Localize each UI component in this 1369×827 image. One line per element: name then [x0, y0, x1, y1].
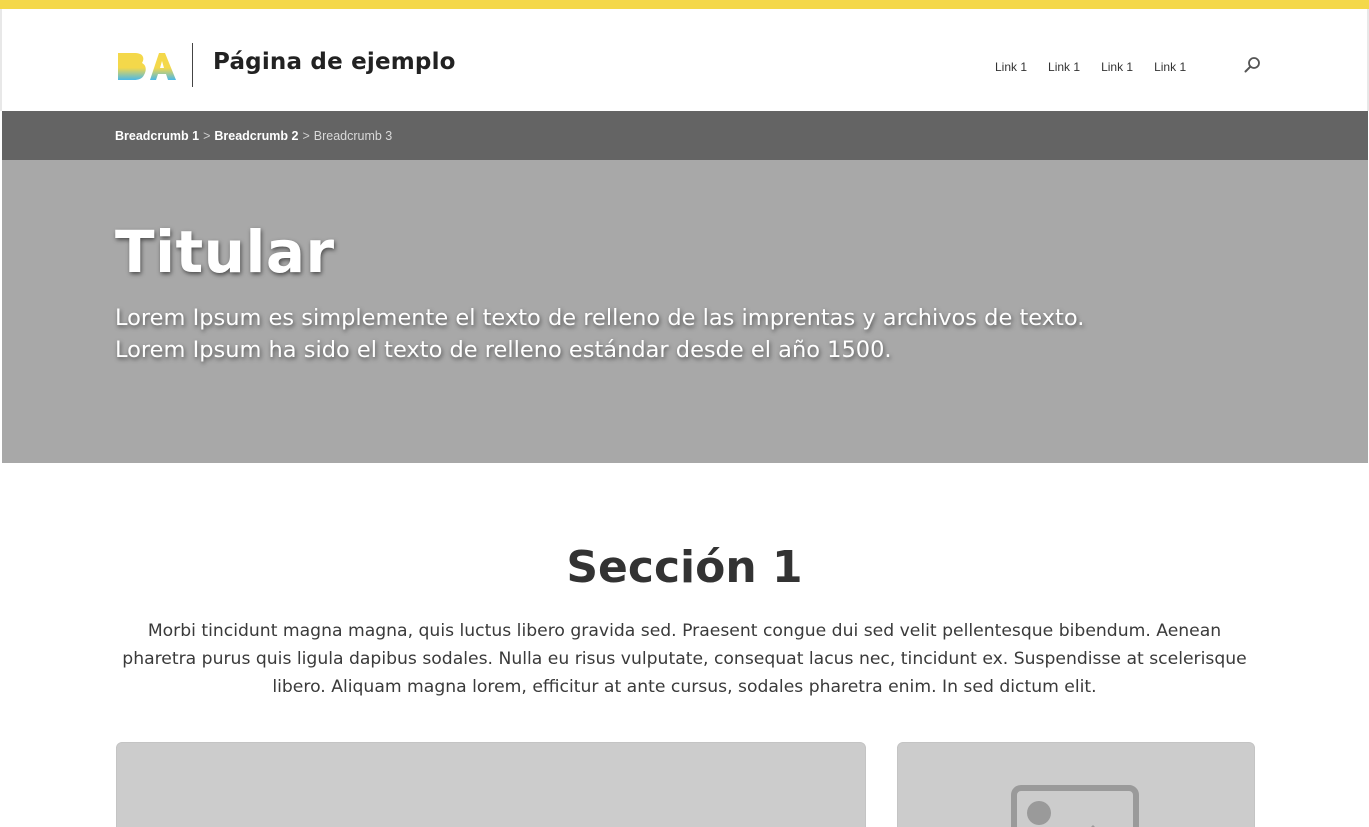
nav-link-1[interactable]: Link 1 [995, 60, 1027, 74]
breadcrumb: Breadcrumb 1 > Breadcrumb 2 > Breadcrumb 3 [115, 129, 392, 143]
content-card-large[interactable] [116, 742, 866, 827]
top-accent-bar [0, 0, 1369, 9]
hero-title: Titular [115, 218, 335, 286]
site-title[interactable]: Página de ejemplo [213, 49, 456, 75]
nav-link-3[interactable]: Link 1 [1101, 60, 1133, 74]
section-text: Morbi tincidunt magna magna, quis luctus… [122, 621, 1247, 697]
breadcrumb-item-current: Breadcrumb 3 [313, 129, 393, 143]
hero-banner: Titular Lorem Ipsum es simplemente el te… [2, 160, 1368, 463]
image-placeholder-icon [1011, 785, 1139, 827]
search-icon[interactable] [1243, 56, 1261, 74]
hero-lead: Lorem Ipsum es simplemente el texto de r… [115, 305, 1085, 363]
ba-logo[interactable] [117, 50, 177, 82]
site-header: Página de ejemplo Link 1 Link 1 Link 1 L… [0, 9, 1369, 111]
section-title: Sección 1 [566, 542, 803, 593]
nav-link-4[interactable]: Link 1 [1154, 60, 1186, 74]
breadcrumb-item-1[interactable]: Breadcrumb 1 [115, 129, 199, 143]
nav-link-2[interactable]: Link 1 [1048, 60, 1080, 74]
breadcrumb-separator: > [203, 129, 211, 143]
logo-divider [192, 43, 193, 87]
main-nav: Link 1 Link 1 Link 1 Link 1 [995, 60, 1186, 74]
content-card-small[interactable] [897, 742, 1255, 827]
breadcrumb-item-2[interactable]: Breadcrumb 2 [214, 129, 298, 143]
breadcrumb-separator: > [302, 129, 310, 143]
breadcrumb-bar: Breadcrumb 1 > Breadcrumb 2 > Breadcrumb 3 [2, 111, 1368, 160]
